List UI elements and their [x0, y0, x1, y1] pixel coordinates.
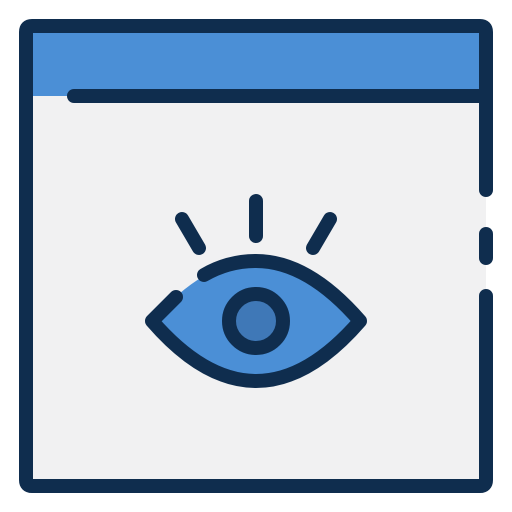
icon-canvas [0, 0, 512, 512]
eye-icon [145, 194, 367, 388]
title-bar [32, 32, 480, 96]
iris [222, 287, 290, 355]
browser-window-eye-icon [19, 19, 493, 493]
